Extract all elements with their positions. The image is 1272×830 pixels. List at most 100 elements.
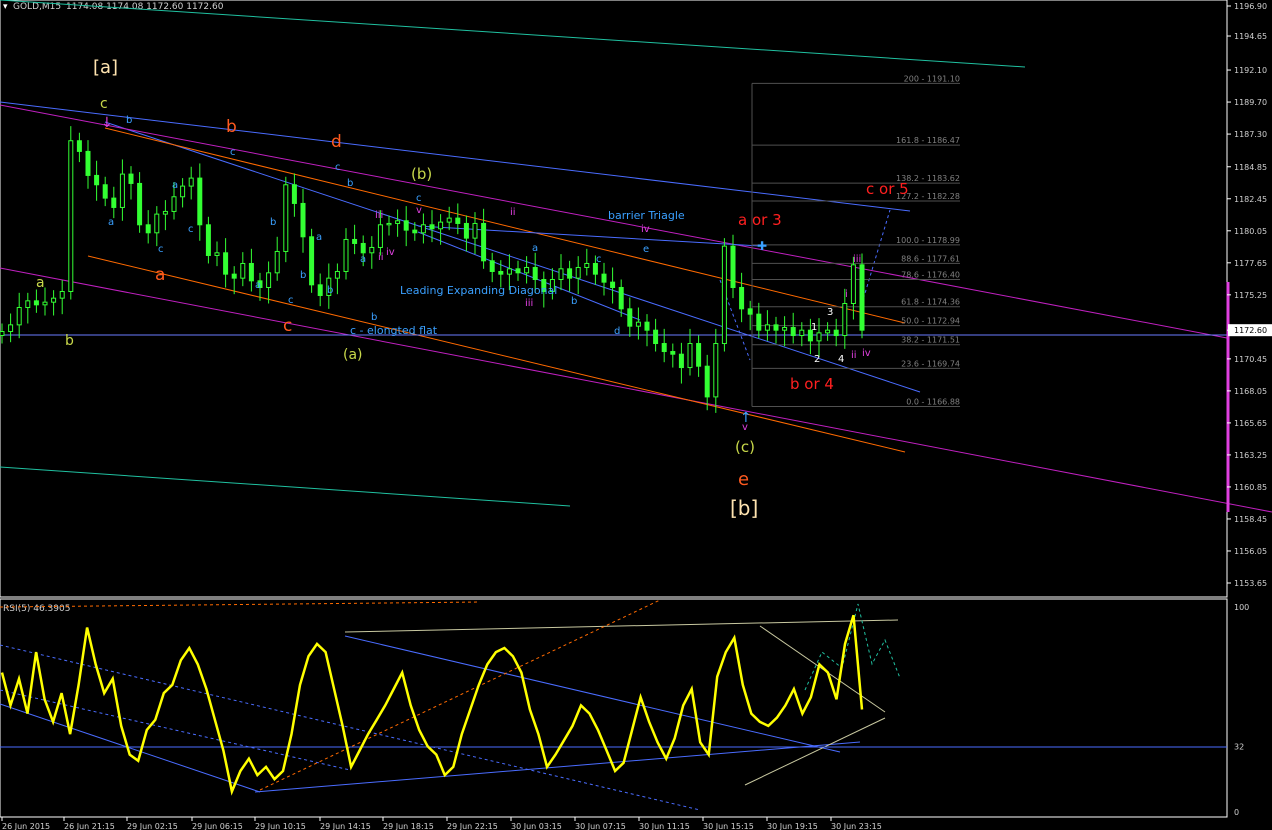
candle-body bbox=[816, 332, 822, 342]
main-panel-frame bbox=[0, 0, 1228, 598]
sub-wave-label: c bbox=[596, 254, 602, 265]
sub-wave-label: b bbox=[371, 312, 377, 323]
wave-label: (c) bbox=[735, 438, 755, 456]
x-tick-label: 26 Jun 21:15 bbox=[64, 822, 115, 830]
y-tick-label: 1170.45 bbox=[1234, 355, 1267, 364]
candle-body bbox=[223, 252, 229, 275]
sub-wave-label: iii bbox=[853, 254, 861, 265]
sub-wave-label: 3 bbox=[827, 307, 833, 318]
sub-wave-label: b bbox=[300, 270, 306, 281]
candle-body bbox=[524, 266, 530, 274]
candle-body bbox=[455, 217, 461, 224]
candle-body bbox=[799, 329, 805, 337]
candle-body bbox=[498, 270, 504, 275]
candle-body bbox=[635, 321, 641, 327]
candle-body bbox=[790, 327, 796, 337]
y-tick-label: 1177.65 bbox=[1234, 259, 1267, 268]
wave-label: b bbox=[226, 117, 237, 137]
candle-body bbox=[8, 324, 14, 333]
sub-wave-label: v bbox=[416, 205, 422, 216]
sub-wave-label: b bbox=[347, 178, 353, 189]
candle-body bbox=[111, 197, 117, 208]
candle-body bbox=[713, 343, 719, 398]
candle-body bbox=[739, 286, 745, 310]
rsi-label: RSI(5) 46.3905 bbox=[3, 604, 70, 614]
candle-body bbox=[670, 351, 676, 355]
candle-body bbox=[610, 281, 616, 288]
sub-wave-label: b bbox=[571, 296, 577, 307]
y-tick-label: 1158.45 bbox=[1234, 515, 1267, 524]
sub-wave-label: iii bbox=[525, 298, 533, 309]
fib-level-label: 200 - 1191.10 bbox=[904, 74, 960, 83]
wave-label: b bbox=[65, 333, 74, 349]
candle-body bbox=[592, 262, 598, 275]
sub-wave-label: a bbox=[532, 243, 538, 254]
candle-body bbox=[231, 273, 237, 279]
y-tick-label: 1165.65 bbox=[1234, 419, 1267, 428]
wave-label: (b) bbox=[411, 165, 432, 183]
x-tick-label: 30 Jun 03:15 bbox=[511, 822, 562, 830]
candle-body bbox=[33, 300, 39, 306]
wave-label: Leading Expanding Diagonal bbox=[400, 284, 557, 297]
wave-label: [a] bbox=[93, 57, 118, 78]
sub-wave-label: ii bbox=[851, 350, 857, 361]
candle-body bbox=[274, 250, 280, 274]
candle-body bbox=[584, 262, 590, 268]
y-tick-label: 1180.05 bbox=[1234, 227, 1267, 236]
y-tick-label: 1168.05 bbox=[1234, 387, 1267, 396]
candle-body bbox=[352, 238, 358, 244]
y-tick-label: 1163.25 bbox=[1234, 451, 1267, 460]
fib-level-label: 61.8 - 1174.36 bbox=[901, 298, 960, 307]
y-tick-label: 1194.65 bbox=[1234, 32, 1267, 41]
sub-wave-label: c bbox=[188, 224, 194, 235]
candle-body bbox=[661, 343, 667, 353]
candle-body bbox=[283, 184, 289, 252]
candle-body bbox=[782, 327, 788, 331]
candle-body bbox=[825, 329, 831, 334]
x-tick-label: 29 Jun 22:15 bbox=[447, 822, 498, 830]
sub-wave-label: 2 bbox=[814, 354, 820, 365]
x-tick-label: 29 Jun 14:15 bbox=[320, 822, 371, 830]
candle-body bbox=[180, 185, 186, 198]
y-tick-label: 1187.30 bbox=[1234, 130, 1267, 139]
candle-body bbox=[429, 224, 435, 230]
candle-body bbox=[644, 321, 650, 331]
wave-label: [b] bbox=[730, 496, 758, 520]
sub-wave-label: iv bbox=[641, 224, 650, 235]
y-tick-label: 1196.90 bbox=[1234, 2, 1267, 11]
sub-wave-label: iv bbox=[862, 348, 871, 359]
candle-body bbox=[16, 307, 22, 326]
wave-label: a or 3 bbox=[738, 211, 782, 229]
chart-canvas: ▾ GOLD,M15 1174.08 1174.08 1172.60 1172.… bbox=[0, 0, 1272, 830]
candle-body bbox=[721, 245, 727, 345]
candle-body bbox=[25, 300, 31, 309]
sub-wave-label: a bbox=[172, 180, 178, 191]
wave-label: c - elongted flat bbox=[350, 324, 438, 337]
candle-body bbox=[94, 174, 100, 186]
fib-level-label: 23.6 - 1169.74 bbox=[901, 359, 960, 368]
candle-body bbox=[214, 252, 220, 256]
candle-body bbox=[395, 220, 401, 224]
sub-wave-label: c bbox=[288, 295, 294, 306]
rsi-tick-label: 0 bbox=[1234, 808, 1239, 817]
candle-body bbox=[472, 222, 478, 239]
ohlc-values: 1174.08 1174.08 1172.60 1172.60 bbox=[66, 2, 224, 12]
sub-wave-label: a bbox=[255, 280, 261, 291]
sub-wave-label: c bbox=[230, 147, 236, 158]
candle-body bbox=[85, 150, 91, 176]
candle-body bbox=[618, 286, 624, 310]
y-tick-label: 1184.85 bbox=[1234, 163, 1267, 172]
candle-body bbox=[188, 177, 194, 187]
fib-level-label: 88.6 - 1177.61 bbox=[901, 254, 960, 263]
candle-body bbox=[403, 220, 409, 231]
x-tick-label: 29 Jun 10:15 bbox=[255, 822, 306, 830]
x-tick-label: 30 Jun 23:15 bbox=[831, 822, 882, 830]
wave-label: (a) bbox=[343, 347, 363, 363]
dropdown-icon[interactable]: ▾ bbox=[3, 2, 8, 12]
wave-label: c bbox=[283, 316, 292, 336]
candle-body bbox=[334, 270, 340, 279]
rsi-panel-frame bbox=[0, 598, 1228, 818]
y-tick-label: 1175.25 bbox=[1234, 291, 1267, 300]
y-tick-label: 1156.05 bbox=[1234, 547, 1267, 556]
x-tick-label: 26 Jun 2015 bbox=[2, 822, 50, 830]
